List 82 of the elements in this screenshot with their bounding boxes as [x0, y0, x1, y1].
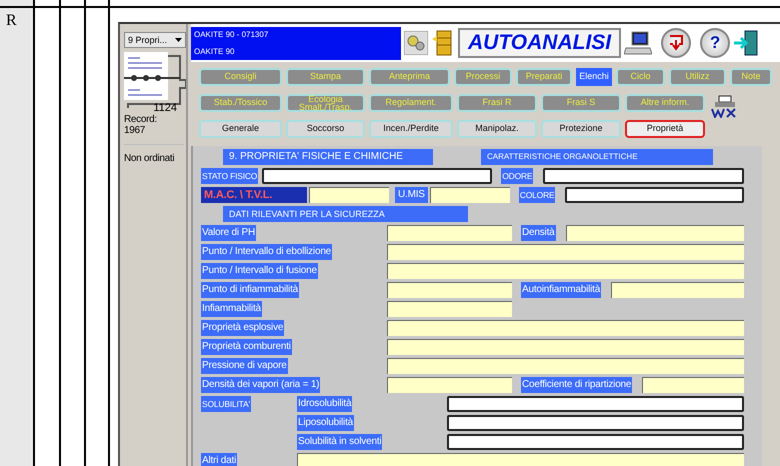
input-field[interactable]	[430, 186, 510, 202]
field-label: Proprietà comburenti	[201, 338, 292, 354]
tab[interactable]: Processi	[454, 68, 512, 86]
input-field[interactable]	[642, 376, 744, 392]
tab[interactable]: Anteprima	[369, 68, 450, 86]
input-field[interactable]	[447, 434, 744, 450]
field-label: Punto di infiammabilità	[201, 282, 300, 298]
unit-label: U.MIS	[395, 186, 428, 202]
field-label: Densità	[521, 224, 556, 240]
input-field[interactable]	[387, 320, 744, 336]
record-count: 1124	[153, 102, 177, 114]
tab[interactable]: Utilizz	[669, 68, 726, 86]
tab[interactable]: Soccorso	[286, 120, 365, 138]
input-field[interactable]	[447, 414, 744, 430]
download-button[interactable]	[661, 28, 692, 58]
input-field[interactable]	[387, 376, 512, 392]
exit-door-icon[interactable]	[733, 29, 760, 57]
tab[interactable]: Generale	[199, 120, 282, 138]
input-field[interactable]	[309, 186, 389, 202]
field-label: Autoinfiammabilità	[521, 282, 602, 298]
input-field[interactable]	[387, 262, 744, 278]
input-field[interactable]	[262, 168, 492, 184]
field-label: Proprietà esplosive	[201, 320, 284, 336]
download-arrow-icon	[669, 35, 684, 51]
help-button[interactable]: ?	[700, 28, 730, 58]
input-field[interactable]	[387, 300, 512, 316]
app-title: AUTOANALISI	[458, 28, 622, 58]
tab[interactable]: Altre inform.	[625, 94, 705, 112]
computer-icon[interactable]	[624, 30, 652, 56]
field-label: COLORE	[518, 186, 556, 202]
section-heading: 9. PROPRIETA' FISICHE E CHIMICHE	[223, 148, 433, 164]
field-label: Punto / Intervallo di fusione	[201, 262, 318, 278]
field-label: Idrosolubilità	[297, 396, 352, 412]
field-label: Altri dati	[201, 452, 238, 466]
product-code: OAKITE 90 - 071307	[194, 30, 270, 40]
tab[interactable]: Ecologia Smalt./Trasp.	[286, 94, 365, 112]
field-label: Valore di PH	[201, 224, 256, 240]
record-number: 1967	[124, 125, 146, 136]
field-label: Infiammabilità	[201, 300, 262, 316]
input-field[interactable]	[387, 338, 744, 354]
field-label: M.A.C. \ T.V.L.	[201, 186, 307, 202]
input-field[interactable]	[387, 358, 744, 374]
input-field[interactable]	[566, 224, 744, 240]
group-label: SOLUBILITA'	[201, 396, 251, 412]
field-label: Liposolubilità	[297, 414, 354, 430]
caret-icon	[175, 38, 182, 42]
sort-status: Non ordinati	[124, 153, 174, 164]
input-field[interactable]	[387, 244, 744, 260]
tab[interactable]: Stampa	[286, 68, 365, 86]
section-heading: CARATTERISTICHE ORGANOLETTICHE	[481, 148, 713, 164]
tab[interactable]: Protezione	[541, 120, 621, 138]
tab[interactable]: Manipolaz.	[457, 120, 537, 138]
tab[interactable]: Frasi S	[541, 94, 621, 112]
tab[interactable]: Incen./Perdite	[369, 120, 453, 138]
section-dropdown[interactable]: 9 Propri...	[124, 32, 186, 48]
row-label: R	[6, 12, 17, 30]
field-label: Coefficiente di ripartizione	[521, 376, 632, 392]
product-name: OAKITE 90	[194, 46, 236, 56]
input-field[interactable]	[387, 282, 512, 298]
field-label: ODORE	[501, 168, 534, 184]
input-field[interactable]	[565, 186, 744, 202]
input-field[interactable]	[297, 452, 744, 466]
section-heading: DATI RILEVANTI PER LA SICUREZZA	[223, 206, 468, 222]
field-label: STATO FISICO	[201, 168, 258, 184]
input-field[interactable]	[447, 396, 744, 412]
input-field[interactable]	[611, 282, 744, 298]
field-label: Pressione di vapore	[201, 358, 288, 374]
record-label: Record:	[124, 114, 157, 125]
tab[interactable]: Ciclo	[616, 68, 665, 86]
tab[interactable]: Frasi R	[457, 94, 537, 112]
tab[interactable]: Proprietà	[625, 120, 705, 138]
field-label: Densità dei vapori (aria = 1)	[201, 376, 320, 392]
field-label: Solubilità in solventi	[297, 434, 382, 450]
field-label: Punto / Intervallo di ebollizione	[201, 244, 332, 260]
tab[interactable]: Note	[730, 68, 772, 86]
tab[interactable]: Stab./Tossico	[199, 94, 282, 112]
input-field[interactable]	[387, 224, 512, 240]
tab[interactable]: Regolament.	[369, 94, 453, 112]
tab[interactable]: Elenchi	[576, 68, 612, 86]
tab[interactable]: Preparati	[516, 68, 572, 86]
tab[interactable]: Consigli	[199, 68, 282, 86]
input-field[interactable]	[543, 168, 744, 184]
